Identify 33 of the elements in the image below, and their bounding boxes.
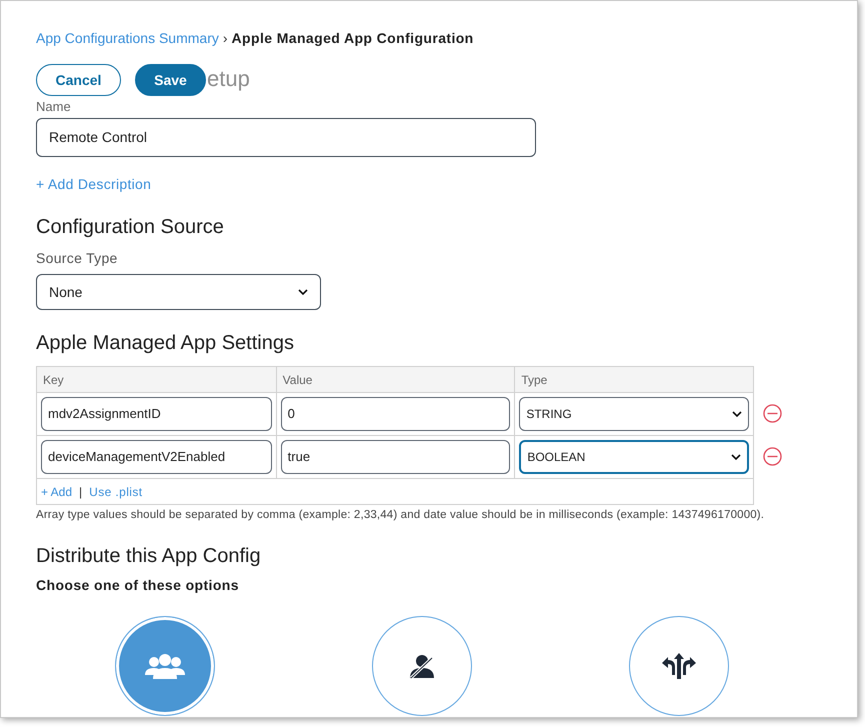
value-input-field[interactable]: 0 bbox=[280, 397, 510, 431]
column-header: Value bbox=[276, 367, 514, 392]
cancel-button[interactable]: Cancel bbox=[36, 64, 121, 96]
breadcrumb-current: Apple Managed App Configuration bbox=[232, 29, 474, 48]
column-header: Type bbox=[514, 367, 753, 392]
crossed-person-icon bbox=[409, 653, 435, 680]
source-type-select[interactable]: None bbox=[36, 274, 321, 310]
page-heading: etup bbox=[207, 65, 250, 93]
field-label: Source Type bbox=[36, 249, 119, 268]
column-header: Key bbox=[42, 372, 65, 388]
split-arrows-icon bbox=[662, 653, 696, 680]
type-select[interactable]: STRING bbox=[519, 397, 749, 431]
section-heading: Apple Managed App Settings bbox=[36, 331, 295, 356]
section-heading: Distribute this App Config bbox=[36, 544, 262, 570]
add-link[interactable]: + Add bbox=[41, 482, 72, 500]
field-label: Name bbox=[36, 98, 72, 112]
name-input-field[interactable]: Remote Control bbox=[36, 118, 536, 157]
breadcrumb-separator: › bbox=[222, 29, 228, 48]
key-input-field[interactable]: mdv2AssignmentID bbox=[41, 397, 272, 431]
type-select[interactable]: BOOLEAN bbox=[519, 440, 749, 474]
remove-icon[interactable] bbox=[763, 447, 782, 466]
link-separator: | bbox=[79, 484, 82, 500]
chevron-down-icon bbox=[731, 454, 741, 460]
people-group-icon bbox=[145, 653, 185, 680]
chevron-down-icon bbox=[732, 411, 742, 417]
remove-icon[interactable] bbox=[763, 404, 782, 423]
chevron-down-icon bbox=[298, 289, 308, 295]
save-button[interactable]: Save bbox=[135, 64, 206, 96]
help-text: Array type values should be separated by comma (example: 2,33,44) and date value should be in milliseconds (example: 1437496170000). bbox=[36, 508, 766, 523]
section-subtitle: Choose one of these options bbox=[36, 576, 240, 596]
section-heading: Configuration Source bbox=[36, 215, 225, 240]
key-input-field[interactable]: deviceManagementV2Enabled bbox=[41, 440, 272, 474]
value-input-field[interactable]: true bbox=[280, 440, 510, 474]
